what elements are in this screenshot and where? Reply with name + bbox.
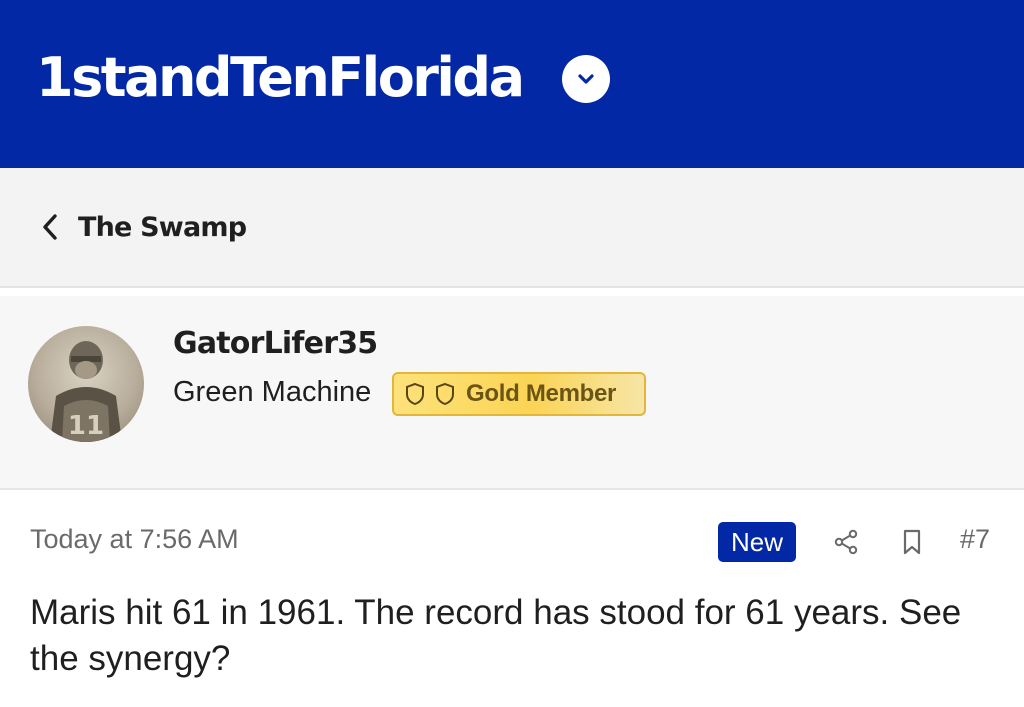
forum-name: The Swamp [78, 211, 247, 243]
site-title[interactable]: 1standTenFlorida [36, 42, 525, 114]
chevron-down-icon [578, 74, 594, 84]
avatar-image: 11 [50, 341, 122, 442]
share-button[interactable] [832, 528, 860, 561]
user-panel: 11 GatorLifer35 Green Machine Gold Membe… [0, 296, 1024, 490]
post-number[interactable]: #7 [960, 524, 990, 555]
shield-icon [436, 382, 454, 406]
shield-icon [406, 382, 424, 406]
post-meta: Today at 7:56 AM New #7 [0, 490, 1024, 590]
username[interactable]: GatorLifer35 [173, 326, 378, 361]
new-badge: New [718, 522, 796, 562]
gold-member-badge[interactable]: Gold Member [392, 372, 646, 416]
breadcrumb: The Swamp [0, 168, 1024, 288]
back-link[interactable]: The Swamp [40, 204, 247, 250]
avatar[interactable]: 11 [28, 326, 144, 442]
post-body: Maris hit 61 in 1961. The record has sto… [30, 593, 962, 678]
bookmark-button[interactable] [900, 528, 924, 561]
user-title: Green Machine [173, 376, 372, 408]
bookmark-icon [903, 529, 921, 555]
chevron-left-icon [43, 214, 57, 240]
badge-label: Gold Member [466, 380, 617, 407]
svg-text:11: 11 [68, 411, 104, 441]
site-header: 1standTenFlorida [0, 0, 1024, 168]
share-icon [834, 529, 858, 555]
site-menu-button[interactable] [562, 55, 610, 103]
post-timestamp[interactable]: Today at 7:56 AM [30, 524, 239, 555]
